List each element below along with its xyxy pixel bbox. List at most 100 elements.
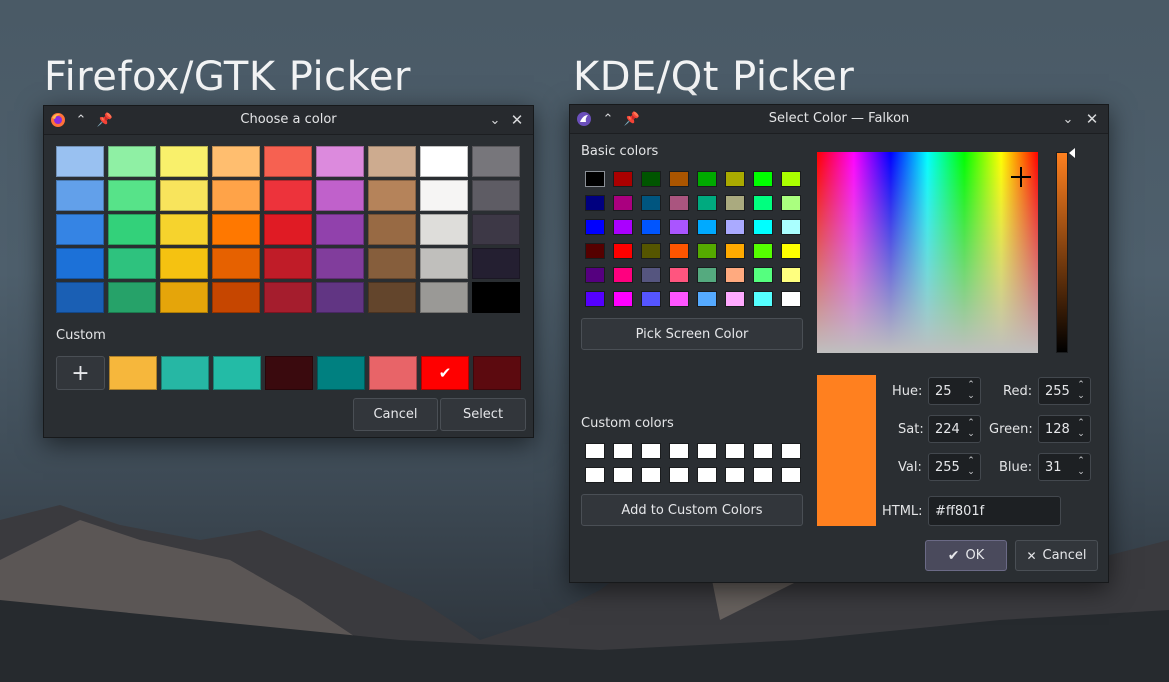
gtk-palette-swatch[interactable] bbox=[108, 180, 156, 211]
gtk-palette-swatch[interactable] bbox=[212, 180, 260, 211]
gtk-custom-swatch[interactable] bbox=[109, 356, 157, 390]
qt-basic-swatch[interactable] bbox=[697, 195, 717, 211]
html-input[interactable]: #ff801f bbox=[928, 496, 1061, 526]
gtk-palette-swatch[interactable] bbox=[212, 282, 260, 313]
hue-spinbox[interactable]: 25 ⌃ ⌄ bbox=[928, 377, 981, 405]
qt-basic-swatch[interactable] bbox=[585, 171, 605, 187]
gtk-palette-swatch[interactable] bbox=[160, 248, 208, 279]
gtk-palette-swatch[interactable] bbox=[472, 214, 520, 245]
qt-basic-swatch[interactable] bbox=[669, 243, 689, 259]
gtk-palette-swatch[interactable] bbox=[56, 282, 104, 313]
qt-basic-swatch[interactable] bbox=[697, 291, 717, 307]
qt-basic-swatch[interactable] bbox=[669, 171, 689, 187]
qt-basic-swatch[interactable] bbox=[781, 195, 801, 211]
qt-custom-swatch[interactable] bbox=[669, 467, 689, 483]
spin-arrows-icon[interactable]: ⌃ ⌄ bbox=[965, 380, 977, 402]
gtk-palette-swatch[interactable] bbox=[160, 282, 208, 313]
qt-custom-swatch[interactable] bbox=[613, 443, 633, 459]
gtk-palette-swatch[interactable] bbox=[160, 180, 208, 211]
qt-basic-swatch[interactable] bbox=[753, 195, 773, 211]
gtk-custom-swatch[interactable] bbox=[265, 356, 313, 390]
gtk-palette-swatch[interactable] bbox=[420, 214, 468, 245]
qt-basic-swatch[interactable] bbox=[613, 243, 633, 259]
spin-arrows-icon[interactable]: ⌃ ⌄ bbox=[965, 418, 977, 440]
gtk-palette-swatch[interactable] bbox=[212, 146, 260, 177]
hue-saturation-spectrum[interactable] bbox=[817, 152, 1038, 353]
qt-custom-swatch[interactable] bbox=[753, 467, 773, 483]
gtk-palette-swatch[interactable] bbox=[368, 282, 416, 313]
gtk-palette-swatch[interactable] bbox=[368, 146, 416, 177]
gtk-custom-swatch[interactable] bbox=[473, 356, 521, 390]
qt-basic-swatch[interactable] bbox=[641, 291, 661, 307]
gtk-select-button[interactable]: Select bbox=[440, 398, 526, 431]
qt-basic-swatch[interactable] bbox=[613, 219, 633, 235]
spin-arrows-icon[interactable]: ⌃ ⌄ bbox=[1075, 380, 1087, 402]
qt-cancel-button[interactable]: ✕ Cancel bbox=[1015, 540, 1098, 571]
pick-screen-color-button[interactable]: Pick Screen Color bbox=[581, 318, 803, 350]
gtk-custom-swatch[interactable]: ✔ bbox=[421, 356, 469, 390]
gtk-palette-swatch[interactable] bbox=[212, 214, 260, 245]
qt-custom-swatch[interactable] bbox=[613, 467, 633, 483]
gtk-palette-swatch[interactable] bbox=[108, 248, 156, 279]
qt-basic-swatch[interactable] bbox=[585, 219, 605, 235]
green-spinbox[interactable]: 128 ⌃ ⌄ bbox=[1038, 415, 1091, 443]
spin-arrows-icon[interactable]: ⌃ ⌄ bbox=[1075, 456, 1087, 478]
qt-custom-swatch[interactable] bbox=[669, 443, 689, 459]
qt-basic-swatch[interactable] bbox=[613, 291, 633, 307]
qt-basic-swatch[interactable] bbox=[753, 243, 773, 259]
gtk-palette-swatch[interactable] bbox=[472, 146, 520, 177]
qt-basic-swatch[interactable] bbox=[781, 291, 801, 307]
qt-custom-swatch[interactable] bbox=[585, 467, 605, 483]
value-slider-handle-icon[interactable] bbox=[1069, 148, 1075, 158]
qt-basic-swatch[interactable] bbox=[725, 171, 745, 187]
gtk-palette-swatch[interactable] bbox=[56, 180, 104, 211]
qt-custom-swatch[interactable] bbox=[641, 467, 661, 483]
qt-custom-swatch[interactable] bbox=[753, 443, 773, 459]
qt-basic-swatch[interactable] bbox=[725, 195, 745, 211]
sat-spinbox[interactable]: 224 ⌃ ⌄ bbox=[928, 415, 981, 443]
gtk-palette-swatch[interactable] bbox=[316, 180, 364, 211]
gtk-palette-swatch[interactable] bbox=[56, 214, 104, 245]
gtk-palette-swatch[interactable] bbox=[420, 180, 468, 211]
ok-button[interactable]: ✔ OK bbox=[925, 540, 1007, 571]
gtk-palette-swatch[interactable] bbox=[316, 282, 364, 313]
qt-basic-swatch[interactable] bbox=[781, 243, 801, 259]
qt-basic-swatch[interactable] bbox=[585, 267, 605, 283]
minimize-chevron-icon[interactable]: ⌄ bbox=[485, 110, 505, 130]
qt-basic-swatch[interactable] bbox=[781, 267, 801, 283]
qt-basic-swatch[interactable] bbox=[585, 195, 605, 211]
qt-basic-swatch[interactable] bbox=[641, 171, 661, 187]
blue-spinbox[interactable]: 31 ⌃ ⌄ bbox=[1038, 453, 1091, 481]
spin-arrows-icon[interactable]: ⌃ ⌄ bbox=[1075, 418, 1087, 440]
qt-basic-swatch[interactable] bbox=[669, 291, 689, 307]
qt-basic-swatch[interactable] bbox=[613, 171, 633, 187]
gtk-palette-swatch[interactable] bbox=[264, 146, 312, 177]
qt-basic-swatch[interactable] bbox=[641, 195, 661, 211]
qt-basic-swatch[interactable] bbox=[697, 219, 717, 235]
add-to-custom-colors-button[interactable]: Add to Custom Colors bbox=[581, 494, 803, 526]
qt-basic-swatch[interactable] bbox=[753, 267, 773, 283]
qt-basic-swatch[interactable] bbox=[641, 243, 661, 259]
qt-basic-swatch[interactable] bbox=[753, 291, 773, 307]
gtk-palette-swatch[interactable] bbox=[264, 180, 312, 211]
qt-basic-swatch[interactable] bbox=[613, 267, 633, 283]
qt-custom-swatch[interactable] bbox=[697, 467, 717, 483]
gtk-palette-swatch[interactable] bbox=[56, 248, 104, 279]
qt-basic-swatch[interactable] bbox=[669, 219, 689, 235]
gtk-cancel-button[interactable]: Cancel bbox=[353, 398, 438, 431]
qt-basic-swatch[interactable] bbox=[697, 171, 717, 187]
gtk-palette-swatch[interactable] bbox=[316, 214, 364, 245]
gtk-palette-swatch[interactable] bbox=[160, 214, 208, 245]
qt-basic-swatch[interactable] bbox=[725, 219, 745, 235]
gtk-palette-swatch[interactable] bbox=[368, 214, 416, 245]
gtk-custom-swatch[interactable] bbox=[161, 356, 209, 390]
qt-basic-swatch[interactable] bbox=[641, 219, 661, 235]
qt-basic-swatch[interactable] bbox=[697, 243, 717, 259]
gtk-palette-swatch[interactable] bbox=[420, 248, 468, 279]
minimize-chevron-icon[interactable]: ⌄ bbox=[1058, 109, 1078, 129]
val-spinbox[interactable]: 255 ⌃ ⌄ bbox=[928, 453, 981, 481]
gtk-palette-swatch[interactable] bbox=[264, 282, 312, 313]
gtk-palette-swatch[interactable] bbox=[108, 282, 156, 313]
qt-basic-swatch[interactable] bbox=[697, 267, 717, 283]
gtk-palette-swatch[interactable] bbox=[368, 248, 416, 279]
